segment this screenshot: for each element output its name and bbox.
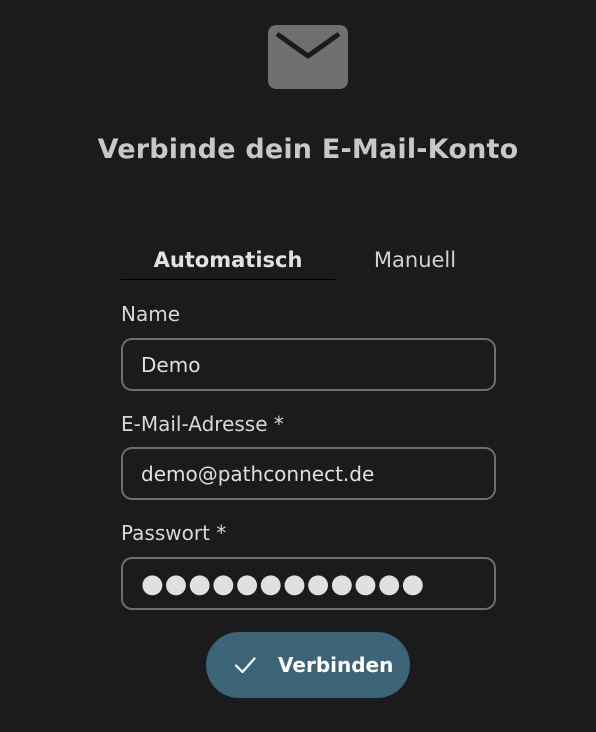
- name-field[interactable]: [121, 338, 496, 391]
- connect-button[interactable]: Verbinden: [206, 632, 410, 698]
- active-tab-indicator: [121, 279, 335, 280]
- check-icon: [233, 653, 257, 680]
- tab-automatisch[interactable]: Automatisch: [121, 248, 335, 272]
- tab-bar: Automatisch Manuell: [121, 248, 495, 282]
- mail-icon: [268, 25, 348, 89]
- password-label: Passwort *: [121, 521, 227, 545]
- page-title: Verbinde dein E-Mail-Konto: [97, 134, 519, 165]
- email-field[interactable]: [121, 447, 496, 500]
- tab-manuell[interactable]: Manuell: [335, 248, 495, 272]
- name-label: Name: [121, 302, 181, 326]
- email-label: E-Mail-Adresse *: [121, 412, 284, 436]
- password-field[interactable]: [121, 557, 496, 610]
- connect-button-label: Verbinden: [278, 653, 394, 677]
